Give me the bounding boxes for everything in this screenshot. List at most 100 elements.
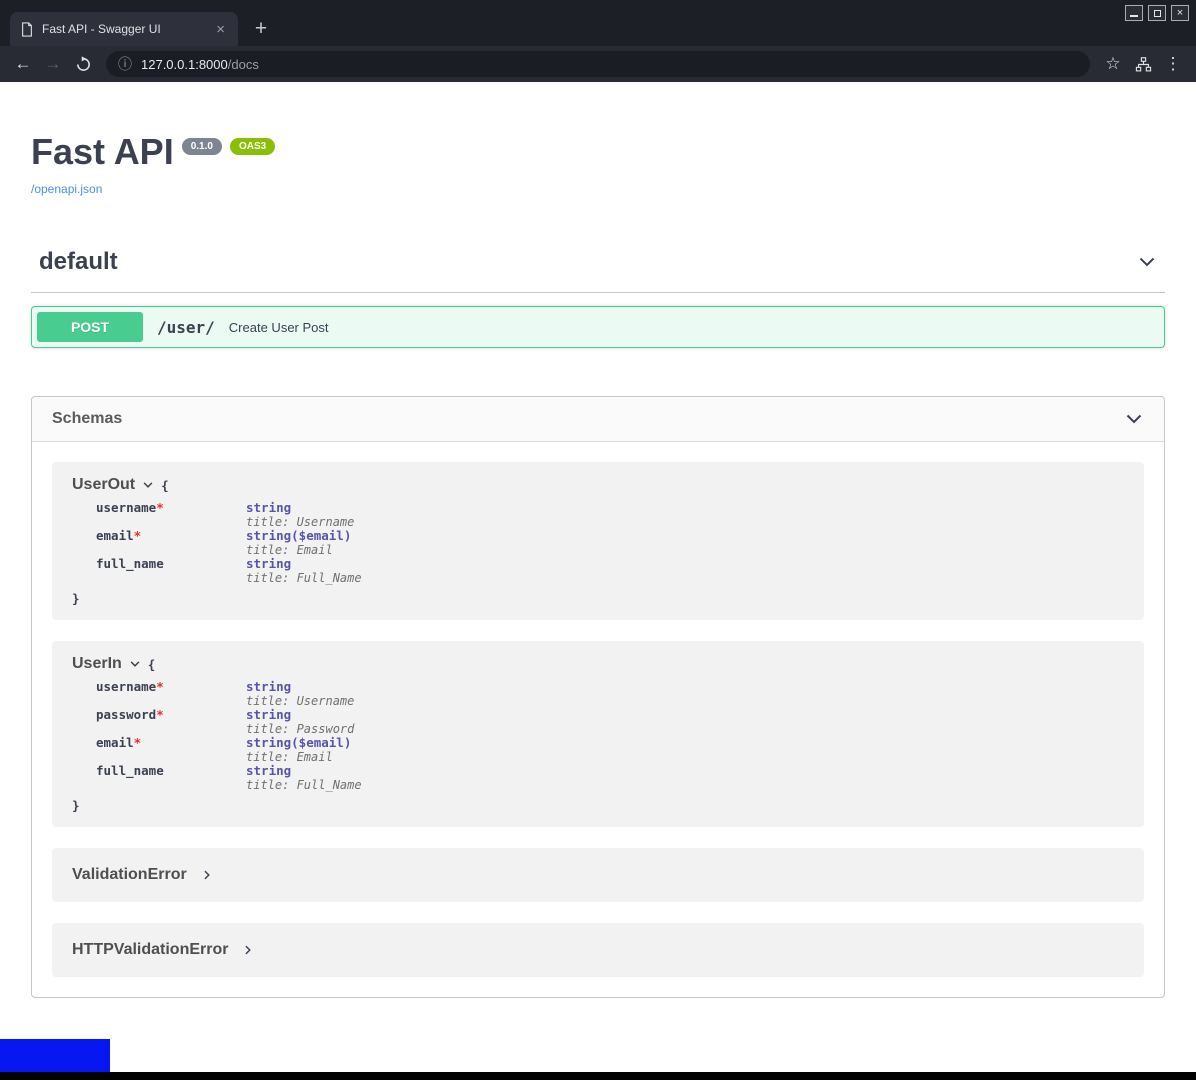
property-detail: string title: Username (246, 501, 354, 529)
tag-title: default (39, 248, 118, 276)
post-method-badge: POST (37, 312, 143, 342)
page-favicon-icon (20, 22, 34, 37)
schema-property-row: email* string($email) title: Email (96, 736, 1124, 764)
default-tag-section[interactable]: default (31, 240, 1165, 293)
version-badge: 0.1.0 (182, 138, 222, 155)
url-path: /docs (228, 57, 259, 72)
schema-property-row: username* string title: Username (96, 680, 1124, 708)
property-title-meta: title: Password (246, 722, 354, 736)
chevron-down-icon[interactable] (1137, 252, 1157, 272)
tab-title: Fast API - Swagger UI (42, 22, 205, 36)
browser-menu-button[interactable]: ⋮ (1158, 49, 1188, 79)
model-httpvalidationerror[interactable]: HTTPValidationError (52, 923, 1144, 977)
tab-close-icon[interactable]: × (213, 21, 228, 38)
operation-summary: Create User Post (229, 320, 329, 335)
site-info-icon[interactable]: ⓘ (118, 54, 132, 74)
browser-window: Fast API - Swagger UI × + × ← → ⓘ 127.0.… (0, 0, 1196, 1080)
property-title-meta: title: Email (246, 543, 351, 557)
model-userin: UserIn { username* string tit (52, 641, 1144, 827)
model-name: HTTPValidationError (72, 941, 228, 959)
property-type: string (246, 680, 354, 694)
required-star: * (156, 707, 164, 722)
property-type: string($email) (246, 529, 351, 543)
swagger-content: Fast API0.1.0OAS3 /openapi.json default … (0, 82, 1196, 998)
minimize-icon (1130, 10, 1138, 17)
schemas-title: Schemas (52, 410, 122, 428)
property-name: full_name (96, 764, 246, 792)
back-button[interactable]: ← (8, 49, 38, 79)
model-userout: UserOut { username* string ti (52, 462, 1144, 620)
sitemap-icon[interactable] (1128, 49, 1158, 79)
schema-property-row: email* string($email) title: Email (96, 529, 1124, 557)
operation-path: /user/ (157, 318, 215, 337)
url-text: 127.0.0.1:8000/docs (141, 57, 259, 72)
post-user-operation[interactable]: POST /user/ Create User Post (31, 306, 1165, 348)
browser-toolbar: ← → ⓘ 127.0.0.1:8000/docs ☆ ⋮ (0, 46, 1196, 82)
property-title-meta: title: Full_Name (246, 778, 362, 792)
property-detail: string title: Username (246, 680, 354, 708)
property-title-meta: title: Username (246, 515, 354, 529)
open-brace: { (161, 478, 169, 493)
window-close-button[interactable]: × (1171, 5, 1189, 21)
address-bar[interactable]: ⓘ 127.0.0.1:8000/docs (106, 51, 1090, 77)
reload-button[interactable] (68, 49, 98, 79)
window-minimize-button[interactable] (1125, 5, 1143, 21)
required-star: * (134, 528, 142, 543)
property-name: password* (96, 708, 246, 736)
model-properties: username* string title: Username passwor… (96, 680, 1124, 792)
window-maximize-button[interactable] (1148, 5, 1166, 21)
maximize-icon (1154, 10, 1161, 17)
model-properties: username* string title: Username email* … (96, 501, 1124, 585)
background-blue-fragment (0, 1039, 110, 1072)
window-controls: × (1125, 5, 1189, 21)
property-detail: string($email) title: Email (246, 529, 351, 557)
model-userin-toggle[interactable]: UserIn { (72, 655, 1124, 673)
url-host: 127.0.0.1:8000 (141, 57, 228, 72)
schema-property-row: username* string title: Username (96, 501, 1124, 529)
chevron-down-icon (142, 479, 154, 491)
model-validationerror[interactable]: ValidationError (52, 848, 1144, 902)
browser-tab[interactable]: Fast API - Swagger UI × (10, 12, 238, 46)
schemas-header[interactable]: Schemas (32, 397, 1164, 442)
property-detail: string title: Password (246, 708, 354, 736)
openapi-json-link[interactable]: /openapi.json (31, 182, 102, 196)
property-name: username* (96, 501, 246, 529)
property-detail: string($email) title: Email (246, 736, 351, 764)
schema-property-row: password* string title: Password (96, 708, 1124, 736)
new-tab-button[interactable]: + (248, 17, 274, 41)
property-name: email* (96, 736, 246, 764)
schemas-section: Schemas UserOut { (31, 396, 1165, 998)
model-name: UserIn (72, 655, 122, 673)
property-type: string($email) (246, 736, 351, 750)
model-userout-toggle[interactable]: UserOut { (72, 476, 1124, 494)
property-name: full_name (96, 557, 246, 585)
required-star: * (156, 500, 164, 515)
chevron-right-icon (242, 944, 254, 956)
close-brace: } (72, 798, 1124, 813)
model-name: ValidationError (72, 866, 187, 884)
property-type: string (246, 764, 362, 778)
property-detail: string title: Full_Name (246, 557, 362, 585)
property-type: string (246, 557, 362, 571)
property-name: username* (96, 680, 246, 708)
close-brace: } (72, 591, 1124, 606)
schema-property-row: full_name string title: Full_Name (96, 764, 1124, 792)
swagger-page: Fast API0.1.0OAS3 /openapi.json default … (0, 82, 1196, 1072)
property-title-meta: title: Full_Name (246, 571, 362, 585)
chevron-down-icon[interactable] (1124, 409, 1144, 429)
schemas-body: UserOut { username* string ti (32, 442, 1164, 997)
model-name: UserOut (72, 476, 135, 494)
property-name: email* (96, 529, 246, 557)
tab-strip: Fast API - Swagger UI × + × (0, 0, 1196, 46)
close-icon: × (1177, 8, 1183, 19)
schema-property-row: full_name string title: Full_Name (96, 557, 1124, 585)
bottom-black-bar (0, 1072, 1196, 1080)
api-title-text: Fast API (31, 131, 174, 172)
open-brace: { (148, 657, 156, 672)
api-info-block: Fast API 0.1.0 OAS3 /openapi.json (31, 82, 1165, 198)
oas3-badge: OAS3 (230, 138, 275, 155)
forward-button[interactable]: → (38, 49, 68, 79)
bookmark-star-icon[interactable]: ☆ (1098, 49, 1128, 79)
property-title-meta: title: Username (246, 694, 354, 708)
property-title-meta: title: Email (246, 750, 351, 764)
